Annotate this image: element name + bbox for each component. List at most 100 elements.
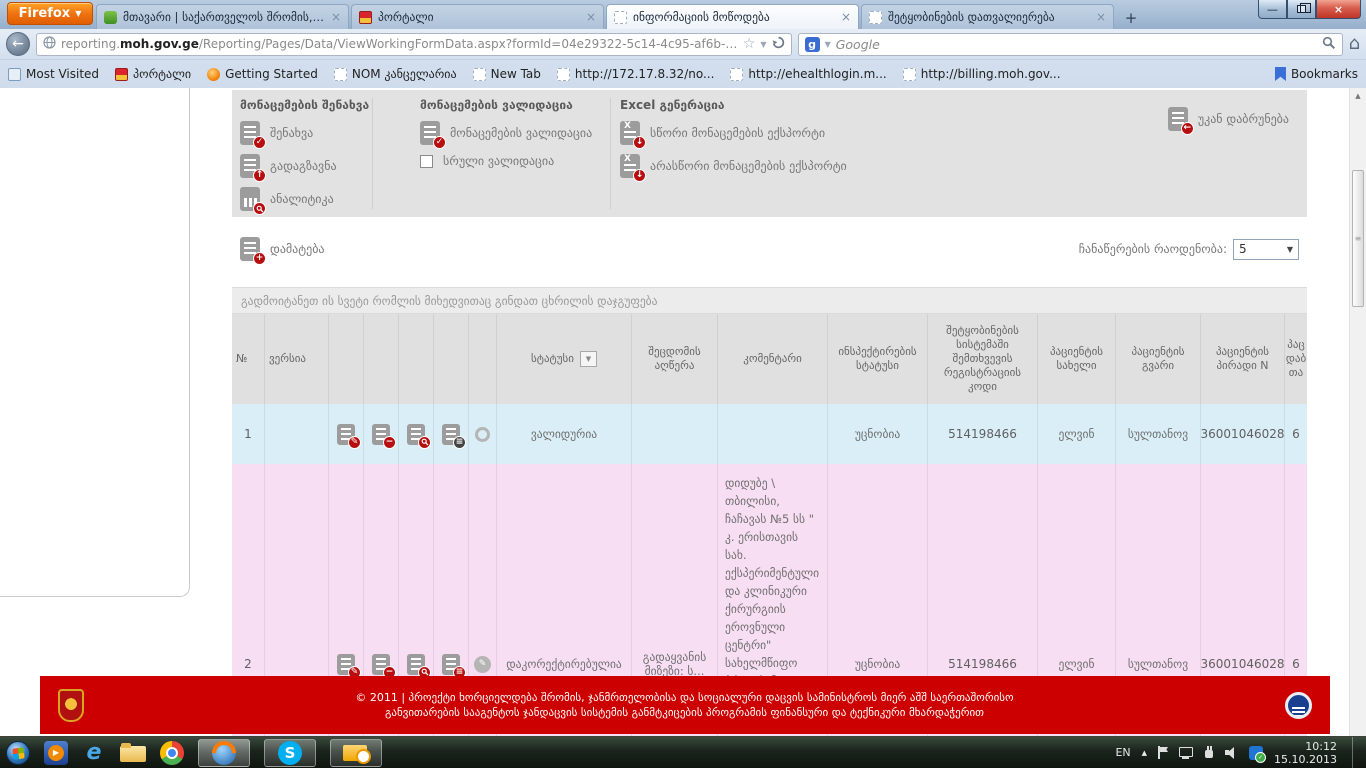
home-button[interactable]: ⌂ <box>1349 35 1360 53</box>
save-button[interactable]: ✓ შენახვა <box>240 121 369 145</box>
header-personal-n[interactable]: პაციენტის პირადი N <box>1201 314 1285 404</box>
records-count-value: 5 <box>1239 242 1247 256</box>
coat-of-arms-icon <box>359 11 372 24</box>
header-regcode[interactable]: შეტყობინების სისტემაში შემთხვევის რეგისტ… <box>928 314 1038 404</box>
bookmark-ehealth[interactable]: http://ehealthlogin.m... <box>730 67 886 81</box>
header-birth[interactable]: პაც დაბ თა <box>1285 314 1307 404</box>
cell-error <box>632 404 718 464</box>
vertical-scrollbar[interactable]: ▲ ≡ <box>1349 88 1366 736</box>
explorer-folder-icon[interactable] <box>120 741 146 765</box>
tab-close-icon[interactable]: × <box>1096 10 1106 24</box>
cell-edit: ✎ <box>329 404 364 464</box>
most-visited-icon <box>8 68 21 81</box>
bookmark-most-visited[interactable]: Most Visited <box>8 67 99 81</box>
row-view-button[interactable] <box>407 424 425 445</box>
new-tab-button[interactable]: + <box>1119 8 1143 28</box>
bookmark-nom[interactable]: NOM კანცელარია <box>334 67 457 81</box>
action-center-flag-icon[interactable] <box>1158 746 1168 759</box>
search-icon[interactable] <box>1322 35 1336 54</box>
tab-main[interactable]: მთავარი | საქართველოს შრომის, ... × <box>96 4 349 29</box>
send-button[interactable]: ↑ გადაგზავნა <box>240 154 369 178</box>
tab-close-icon[interactable]: × <box>841 10 851 24</box>
start-button[interactable] <box>6 741 30 765</box>
dropbox-icon[interactable] <box>1249 746 1263 760</box>
analytics-button[interactable]: ანალიტიკა <box>240 187 369 211</box>
show-desktop-button[interactable] <box>1352 737 1360 768</box>
bookmark-portal[interactable]: პორტალი <box>115 67 191 81</box>
save-group: მონაცემების შენახვა ✓ შენახვა ↑ გადაგზავ… <box>240 98 369 211</box>
bookmark-new-tab[interactable]: New Tab <box>473 67 541 81</box>
search-engine-dropdown-icon[interactable]: ▼ <box>825 40 831 49</box>
reload-icon[interactable] <box>772 36 785 52</box>
header-details-col <box>434 314 469 404</box>
scrollbar-thumb[interactable]: ≡ <box>1352 170 1364 307</box>
tab-notifications[interactable]: შეტყობინების დათვალიერება × <box>861 4 1114 29</box>
url-dropdown-icon[interactable]: ▼ <box>760 40 766 49</box>
close-button[interactable]: × <box>1316 0 1361 19</box>
header-error[interactable]: შეცდომის აღწერა <box>632 314 718 404</box>
row-edit-button[interactable]: ✎ <box>337 654 355 675</box>
status-filter-dropdown[interactable]: ▼ <box>580 351 597 367</box>
clock[interactable]: 10:12 15.10.2013 <box>1274 740 1337 766</box>
cell-details: ≡ <box>434 404 469 464</box>
row-view-button[interactable] <box>407 654 425 675</box>
search-bar[interactable]: g ▼ Google <box>798 33 1343 56</box>
validation-group-title: მონაცემების ვალიდაცია <box>420 98 592 112</box>
tray-expand-icon[interactable]: ▲ <box>1142 749 1147 757</box>
show-bookmarks-button[interactable]: Bookmarks <box>1275 67 1358 81</box>
header-status[interactable]: სტატუსი ▼ <box>497 314 632 404</box>
export-invalid-button[interactable]: ↓ არასწორი მონაცემების ექსპორტი <box>620 154 847 178</box>
header-version[interactable]: ვერსია <box>265 314 329 404</box>
chrome-icon[interactable] <box>160 741 184 765</box>
row-details-button[interactable]: ≡ <box>442 654 460 675</box>
bookmark-star-icon[interactable]: ☆ <box>743 36 756 52</box>
tab-close-icon[interactable]: × <box>586 10 596 24</box>
url-bar[interactable]: reporting.moh.gov.ge/Reporting/Pages/Dat… <box>36 33 792 56</box>
header-comment[interactable]: კომენტარი <box>718 314 828 404</box>
records-count-select[interactable]: 5 ▼ <box>1233 239 1299 260</box>
full-validation-option[interactable]: სრული ვალიდაცია <box>420 154 592 168</box>
page-viewport: მონაცემების შენახვა ✓ შენახვა ↑ გადაგზავ… <box>0 88 1366 736</box>
group-by-hint-bar[interactable]: გადმოიტანეთ ის სვეტი რომლის მიხედვითაც გ… <box>232 287 1307 314</box>
back-button[interactable]: ← <box>6 32 30 56</box>
header-num[interactable]: № <box>232 314 265 404</box>
firefox-taskbar-button[interactable] <box>198 739 250 767</box>
minimize-button[interactable]: — <box>1258 0 1287 19</box>
row-edit-button[interactable]: ✎ <box>337 424 355 445</box>
internet-explorer-icon[interactable]: e <box>82 741 106 765</box>
coat-of-arms-icon <box>115 68 128 81</box>
bookmark-172[interactable]: http://172.17.8.32/no... <box>557 67 715 81</box>
firefox-menu-button[interactable]: Firefox ▼ <box>7 2 93 25</box>
header-firstname[interactable]: პაციენტის სახელი <box>1038 314 1116 404</box>
bookmark-label: http://172.17.8.32/no... <box>575 67 715 81</box>
volume-icon[interactable] <box>1225 746 1238 759</box>
media-player-icon[interactable] <box>44 741 68 765</box>
skype-taskbar-button[interactable]: S <box>264 739 316 767</box>
full-validation-checkbox[interactable] <box>420 155 433 168</box>
row-details-button[interactable]: ≡ <box>442 424 460 445</box>
firefox-icon <box>212 741 236 765</box>
add-button[interactable]: + დამატება <box>240 237 325 261</box>
power-plug-icon[interactable] <box>1204 746 1214 759</box>
export-valid-button[interactable]: ↓ სწორი მონაცემების ექსპორტი <box>620 121 847 145</box>
tab-information-active[interactable]: ინფორმაციის მოწოდება × <box>606 4 859 29</box>
validate-button[interactable]: ✓ მონაცემების ვალიდაცია <box>420 121 592 145</box>
outlook-taskbar-button[interactable] <box>330 739 382 767</box>
bookmark-getting-started[interactable]: Getting Started <box>207 67 318 81</box>
cell-delete: − <box>364 404 399 464</box>
bookmark-billing[interactable]: http://billing.moh.gov... <box>903 67 1061 81</box>
header-lastname[interactable]: პაციენტის გვარი <box>1116 314 1201 404</box>
language-indicator[interactable]: EN <box>1115 746 1130 759</box>
header-inspection[interactable]: ინსპექტირების სტატუსი <box>828 314 928 404</box>
restore-button[interactable] <box>1287 0 1316 19</box>
full-validation-label: სრული ვალიდაცია <box>443 154 554 168</box>
bookmark-label: პორტალი <box>133 67 191 81</box>
row-delete-button[interactable]: − <box>372 424 390 445</box>
scroll-up-arrow[interactable]: ▲ <box>1350 88 1366 104</box>
row-delete-button[interactable]: − <box>372 654 390 675</box>
system-tray: EN ▲ 10:12 15.10.2013 <box>1115 737 1360 768</box>
network-icon[interactable] <box>1179 746 1193 759</box>
tab-close-icon[interactable]: × <box>331 10 341 24</box>
tab-portal[interactable]: პორტალი × <box>351 4 604 29</box>
return-back-button[interactable]: ← უკან დაბრუნება <box>1168 107 1289 131</box>
